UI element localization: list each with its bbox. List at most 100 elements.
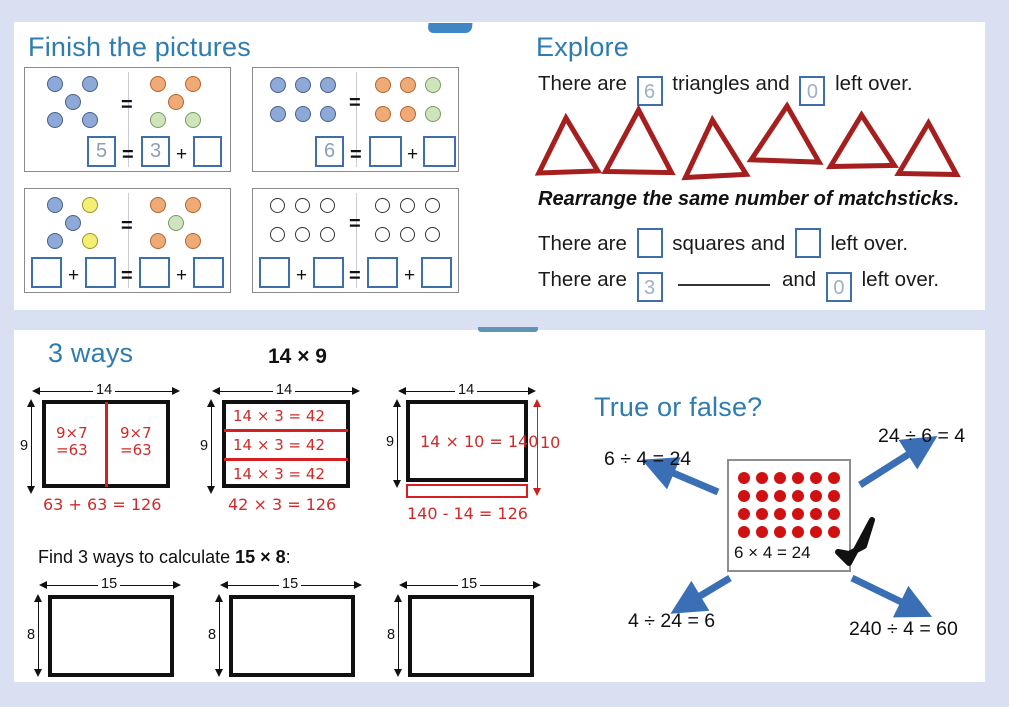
explore-line1-answer-2[interactable]: 0 xyxy=(799,76,826,106)
answer-box[interactable] xyxy=(193,136,222,167)
plus-symbol: + xyxy=(68,265,80,286)
counter-dot xyxy=(400,106,416,122)
array-dot xyxy=(828,526,840,538)
answer-box[interactable] xyxy=(193,257,224,288)
arrowhead xyxy=(27,486,35,494)
answer-box[interactable] xyxy=(31,257,62,288)
array-dot xyxy=(828,508,840,520)
explore-line2-answer-1[interactable] xyxy=(636,228,663,258)
option-top-right[interactable]: 24 ÷ 6 = 4 xyxy=(878,425,965,448)
arrowhead xyxy=(220,581,228,589)
plus-symbol: + xyxy=(404,265,416,286)
plus-symbol: + xyxy=(407,144,419,165)
array-dot xyxy=(756,472,768,484)
array-dot xyxy=(774,508,786,520)
arrowhead xyxy=(212,387,220,395)
counter-dot xyxy=(270,106,286,122)
array-dot xyxy=(828,472,840,484)
counter-dot xyxy=(150,233,166,249)
arrowhead xyxy=(398,387,406,395)
counter-dot xyxy=(425,77,441,93)
arrowhead xyxy=(394,594,402,602)
answer-box[interactable]: 6 xyxy=(315,136,344,167)
explore-line3-blank[interactable] xyxy=(678,284,771,286)
explore-line1-suffix: left over. xyxy=(835,72,913,95)
counter-dot xyxy=(295,106,311,122)
counter-dot xyxy=(47,197,63,213)
area-rectangle[interactable] xyxy=(408,595,534,677)
array-dot xyxy=(810,526,822,538)
counter-dot xyxy=(185,197,201,213)
answer-box[interactable] xyxy=(369,136,402,167)
explore-line2-answer-2[interactable] xyxy=(794,228,821,258)
counter-dot xyxy=(320,106,336,122)
finish-box-1: = 5 = 3 + xyxy=(24,67,231,172)
answer-box[interactable] xyxy=(313,257,344,288)
counter-dot xyxy=(150,112,166,128)
find3-prefix: Find 3 ways to calculate xyxy=(38,547,236,567)
answer-box[interactable] xyxy=(85,257,116,288)
height-label: 8 xyxy=(24,627,39,643)
height-dimension-line xyxy=(211,405,212,489)
answer-box[interactable]: 3 xyxy=(141,136,170,167)
option-top-left[interactable]: 6 ÷ 4 = 24 xyxy=(604,448,691,471)
counter-dot xyxy=(168,94,184,110)
equals-symbol: = xyxy=(349,265,361,287)
cell-calc-3: 14 × 3 = 42 xyxy=(233,465,325,483)
array-dot xyxy=(792,490,804,502)
explore-instruction: Rearrange the same number of matchsticks… xyxy=(538,188,960,210)
counter-dot xyxy=(185,233,201,249)
answer-box[interactable] xyxy=(367,257,398,288)
area-rectangle[interactable] xyxy=(48,595,174,677)
counter-dot xyxy=(47,76,63,92)
red-split-line xyxy=(224,458,348,461)
option-bottom-left[interactable]: 4 ÷ 24 = 6 xyxy=(628,610,715,633)
finish-box-3: = + = + xyxy=(24,188,231,293)
bottom-tab-ribbon xyxy=(478,327,538,332)
arrowhead xyxy=(215,594,223,602)
plus-symbol: + xyxy=(296,265,308,286)
explore-line3-answer-1[interactable]: 3 xyxy=(636,272,663,302)
explore-line1-answer-1[interactable]: 6 xyxy=(636,76,663,106)
array-dot xyxy=(738,508,750,520)
explore-line3-prefix: There are xyxy=(538,268,627,291)
area-rectangle[interactable] xyxy=(229,595,355,677)
answer-box[interactable] xyxy=(421,257,452,288)
answer-box[interactable] xyxy=(139,257,170,288)
answer-box[interactable] xyxy=(423,136,456,167)
counter-dot xyxy=(82,112,98,128)
red-split-line xyxy=(105,402,108,487)
option-bottom-right[interactable]: 240 ÷ 4 = 60 xyxy=(849,618,958,641)
way3-result: 140 - 14 = 126 xyxy=(407,504,528,523)
width-label: 15 xyxy=(98,576,121,592)
counter-dot xyxy=(400,198,415,213)
explore-line3-answer-2[interactable]: 0 xyxy=(825,272,852,302)
answer-box[interactable] xyxy=(259,257,290,288)
equals-symbol: = xyxy=(121,215,133,237)
counter-dot xyxy=(65,94,81,110)
array-dot xyxy=(792,508,804,520)
array-dot xyxy=(738,526,750,538)
counter-dot xyxy=(375,227,390,242)
arrowhead xyxy=(173,581,181,589)
arrowhead xyxy=(34,594,42,602)
top-tab-ribbon xyxy=(427,23,473,33)
array-dot xyxy=(810,508,822,520)
arrowhead xyxy=(34,669,42,677)
explore-line3-suffix: left over. xyxy=(861,268,940,291)
arrowhead xyxy=(27,399,35,407)
finish-box-4: = + = + xyxy=(252,188,459,293)
counter-dot xyxy=(320,227,335,242)
array-dot xyxy=(810,472,822,484)
counter-dot xyxy=(168,215,184,231)
counter-dot xyxy=(270,227,285,242)
three-ways-title: 3 ways xyxy=(48,338,134,368)
answer-box[interactable]: 5 xyxy=(87,136,116,167)
counter-dot xyxy=(47,233,63,249)
arrowhead xyxy=(394,669,402,677)
array-dot xyxy=(792,472,804,484)
cell-calc-2: 9×7 =63 xyxy=(120,424,152,460)
height-dimension-line xyxy=(219,600,220,672)
array-dot xyxy=(738,472,750,484)
arrowhead xyxy=(399,581,407,589)
